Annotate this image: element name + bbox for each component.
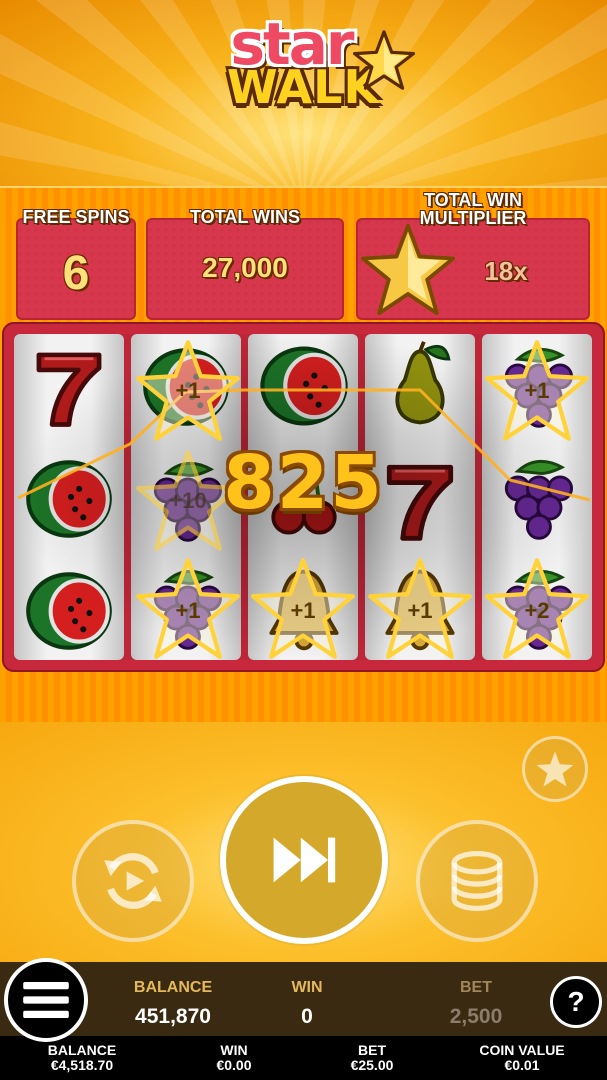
multiplier-box: TOTAL WIN MULTIPLIER 18x (356, 191, 590, 320)
logo-star-icon (352, 30, 416, 90)
free-spins-label: FREE SPINS (22, 207, 130, 227)
total-wins-box: TOTAL WINS 27,000 (146, 208, 344, 320)
bonus-star-label: +1 (524, 378, 550, 403)
multiplier-value: 18x (484, 256, 528, 286)
bonus-star-label: +1 (290, 598, 316, 623)
footer-coin-label: COIN VALUE (479, 1042, 565, 1058)
hud-win-value: 0 (301, 1005, 313, 1028)
multiplier-label-line1: TOTAL WIN (424, 190, 522, 210)
logo-line-1: star (230, 10, 355, 78)
help-button[interactable]: ? (550, 976, 602, 1028)
favorite-button[interactable] (522, 736, 588, 802)
autoplay-icon (104, 853, 162, 909)
footer-win-label: WIN (220, 1042, 248, 1058)
free-spins-value: 6 (62, 247, 90, 300)
bonus-star-label: +1 (175, 378, 201, 403)
footer-coin-value: €0.01 (504, 1057, 540, 1073)
bonus-star-label: +1 (175, 598, 201, 623)
hamburger-icon (23, 982, 69, 1018)
hud-win-label: WIN (291, 979, 323, 996)
autoplay-button[interactable] (72, 820, 194, 942)
watermelon-icon (18, 560, 120, 662)
bonus-star-label: +1 (407, 598, 433, 623)
win-amount: 825 (223, 440, 384, 526)
fast-forward-icon (273, 837, 336, 883)
pear-icon (395, 339, 451, 425)
star-icon (536, 751, 574, 787)
seven-icon (22, 338, 116, 432)
hud-balance-label: BALANCE (133, 979, 213, 996)
total-wins-label: TOTAL WINS (190, 207, 300, 227)
footer-bet-label: BET (358, 1042, 386, 1058)
watermelon-icon (252, 334, 356, 438)
hud-balance-value: 451,870 (135, 1005, 211, 1028)
hud-bet-value[interactable]: 2,500 (406, 1005, 546, 1029)
free-spins-box: FREE SPINS 6 (16, 208, 136, 320)
footer-win-value: €0.00 (216, 1057, 252, 1073)
footer-balance-label: BALANCE (47, 1042, 117, 1058)
bonus-star-label: +2 (524, 598, 550, 623)
coins-stack-icon (451, 850, 503, 911)
menu-button[interactable] (4, 958, 88, 1042)
spin-skip-button[interactable] (220, 776, 388, 944)
footer-bet-value: €25.00 (350, 1057, 394, 1073)
hud-bet-label[interactable]: BET (406, 979, 546, 997)
total-wins-value: 27,000 (202, 252, 288, 283)
bet-coins-button[interactable] (416, 820, 538, 942)
game-logo: star WALK (0, 10, 607, 110)
help-icon: ? (567, 986, 585, 1017)
footer-balance-value: €4,518.70 (50, 1057, 114, 1073)
multiplier-star-icon (360, 223, 456, 316)
